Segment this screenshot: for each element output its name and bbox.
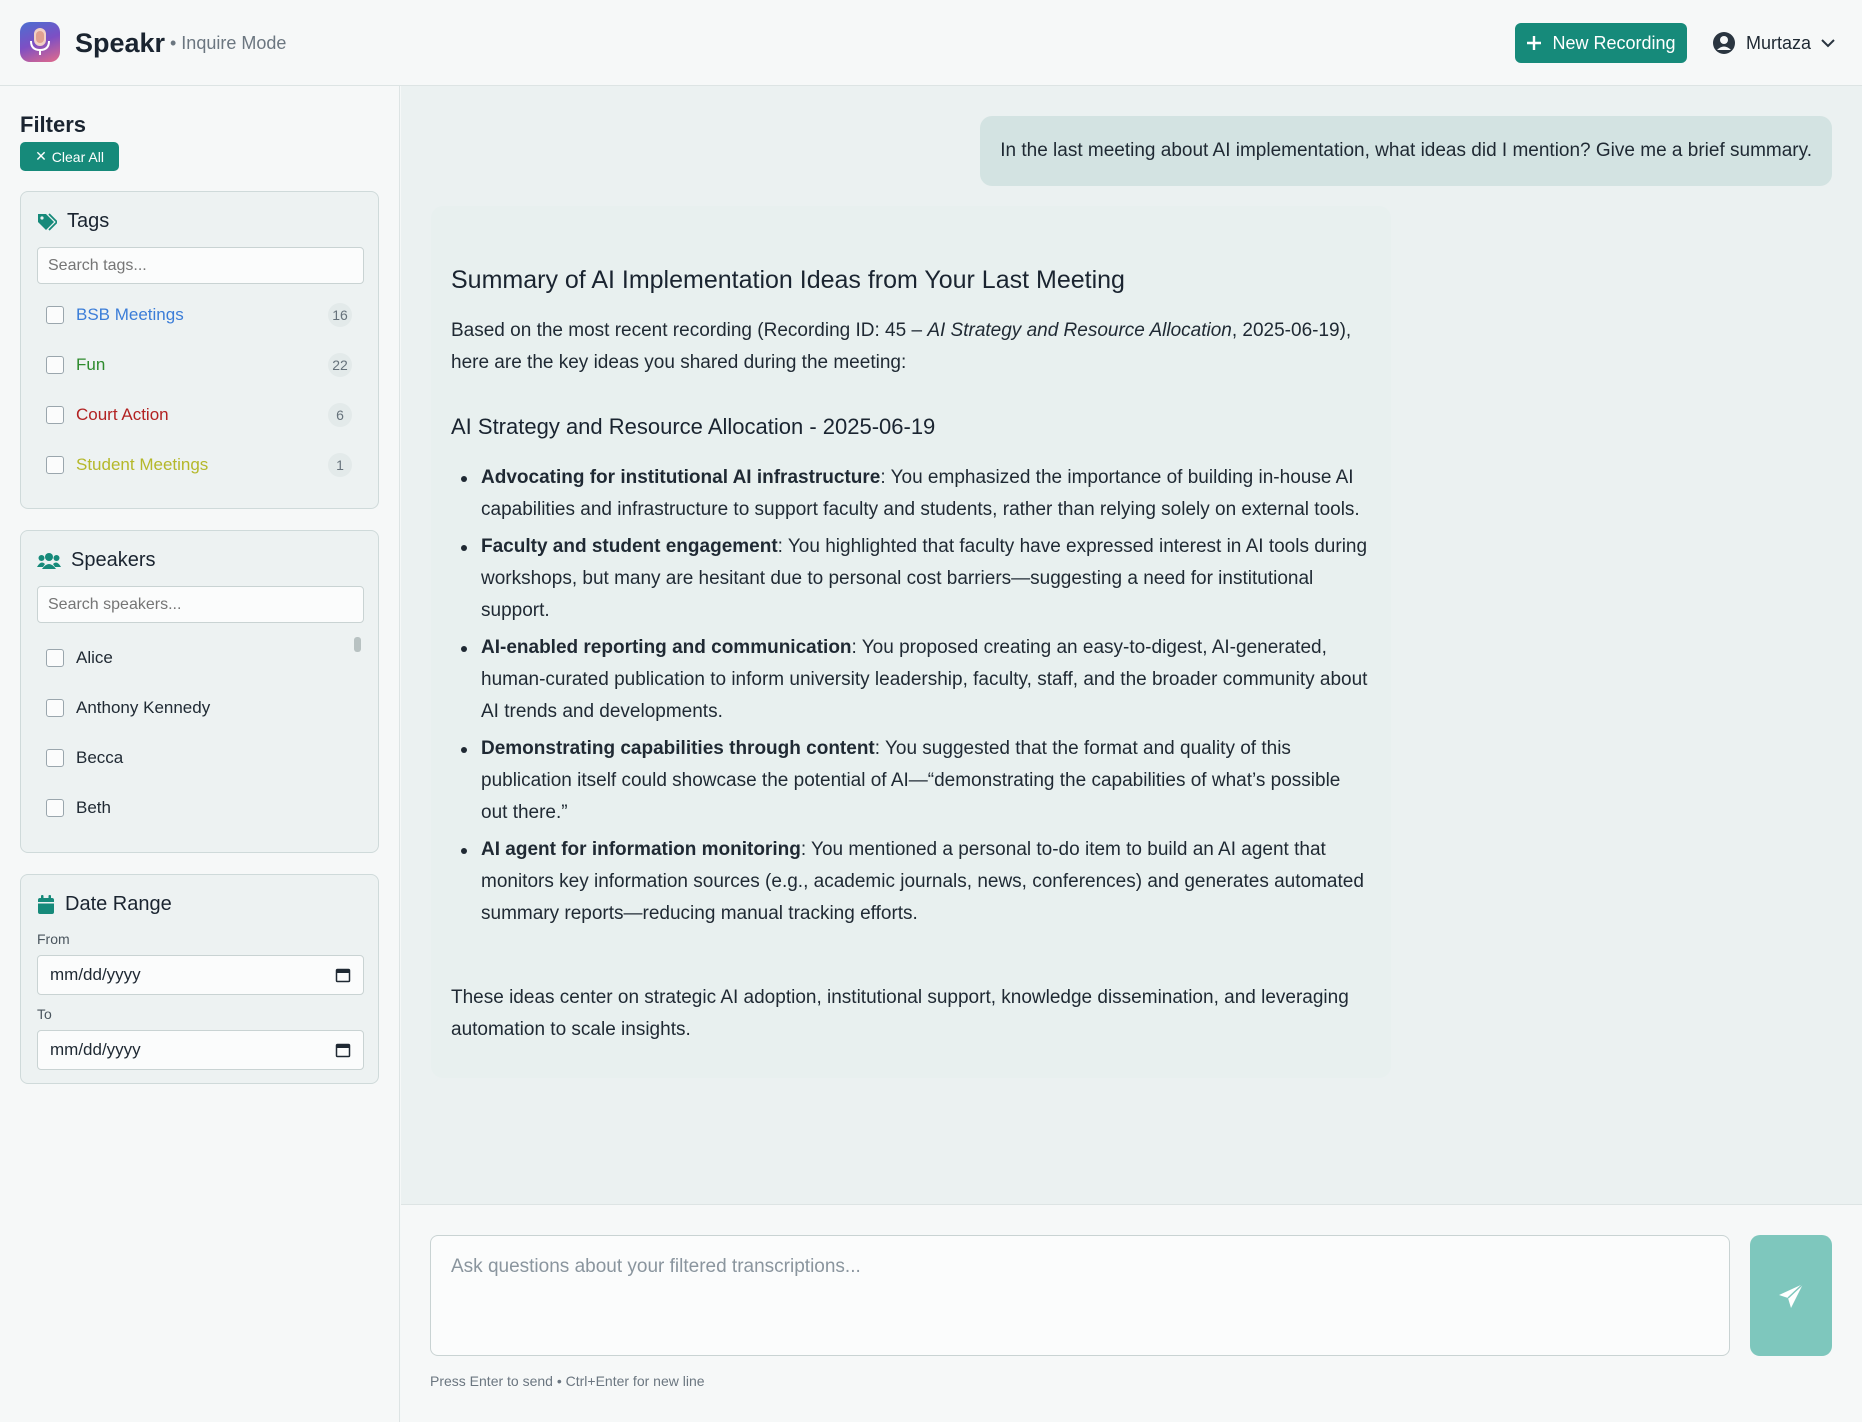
calendar-icon: [38, 894, 54, 914]
chat-input-area: Ask questions about your filtered transc…: [401, 1204, 1862, 1422]
bullet-title: Faculty and student engagement: [481, 536, 778, 557]
speaker-label: Becca: [76, 748, 124, 767]
search-speakers-input[interactable]: [37, 586, 364, 623]
chevron-down-icon: [1821, 39, 1835, 48]
bullet-title: Advocating for institutional AI infrastr…: [481, 467, 881, 488]
microphone-icon: [30, 28, 50, 55]
calendar-picker-icon[interactable]: [335, 967, 351, 983]
intro-recording-title: AI Strategy and Resource Allocation: [927, 320, 1232, 341]
date-range-title: Date Range: [65, 893, 172, 915]
question-placeholder: Ask questions about your filtered transc…: [451, 1256, 861, 1277]
user-menu[interactable]: Murtaza: [1712, 28, 1835, 58]
tags-header: Tags: [37, 210, 109, 233]
list-item: Faculty and student engagement: You high…: [451, 531, 1371, 627]
bullet-title: AI agent for information monitoring: [481, 839, 801, 860]
checkbox[interactable]: [46, 749, 64, 767]
to-date-input[interactable]: mm/dd/yyyy: [37, 1030, 364, 1070]
date-range-header: Date Range: [37, 893, 172, 916]
close-icon: ✕: [35, 148, 47, 164]
input-hint: Press Enter to send • Ctrl+Enter for new…: [430, 1373, 705, 1389]
tags-title: Tags: [67, 210, 110, 232]
scrollbar[interactable]: [354, 637, 361, 652]
speaker-item-alice[interactable]: Alice: [46, 648, 113, 668]
clear-all-label: Clear All: [51, 148, 104, 165]
tag-item-student-meetings[interactable]: Student Meetings: [46, 455, 208, 475]
bullet-title: AI-enabled reporting and communication: [481, 637, 852, 658]
list-item: Demonstrating capabilities through conte…: [451, 733, 1371, 829]
new-recording-button[interactable]: New Recording: [1515, 23, 1687, 63]
checkbox[interactable]: [46, 699, 64, 717]
checkbox[interactable]: [46, 406, 64, 424]
user-message: In the last meeting about AI implementat…: [980, 116, 1832, 186]
app-logo: [20, 22, 60, 62]
search-tags-input[interactable]: [37, 247, 364, 284]
mode-label: • Inquire Mode: [170, 33, 287, 53]
plus-icon: [1527, 36, 1542, 50]
response-intro: Based on the most recent recording (Reco…: [451, 315, 1371, 379]
send-button[interactable]: [1750, 1235, 1832, 1356]
to-date-value: mm/dd/yyyy: [50, 1040, 141, 1059]
speakers-header: Speakers: [37, 549, 156, 572]
tag-label: Court Action: [76, 405, 169, 424]
new-recording-label: New Recording: [1552, 32, 1676, 53]
speaker-label: Alice: [76, 648, 113, 667]
user-name: Murtaza: [1746, 32, 1812, 53]
speaker-item-anthony-kennedy[interactable]: Anthony Kennedy: [46, 698, 210, 718]
from-date-input[interactable]: mm/dd/yyyy: [37, 955, 364, 995]
speakers-title: Speakers: [71, 549, 156, 571]
paper-plane-icon: [1779, 1282, 1804, 1308]
tag-label: Student Meetings: [76, 455, 209, 474]
tag-item-bsb-meetings[interactable]: BSB Meetings: [46, 305, 184, 325]
date-range-panel: Date Range From mm/dd/yyyy To mm/dd/yyyy: [20, 874, 379, 1084]
user-circle-icon: [1713, 32, 1735, 54]
speaker-label: Anthony Kennedy: [76, 698, 211, 717]
checkbox[interactable]: [46, 456, 64, 474]
list-item: Advocating for institutional AI infrastr…: [451, 462, 1371, 526]
clear-all-button[interactable]: ✕ Clear All: [20, 142, 119, 171]
calendar-picker-icon[interactable]: [335, 1042, 351, 1058]
app-header: Speakr • Inquire Mode New Recording Murt…: [0, 0, 1862, 86]
checkbox[interactable]: [46, 799, 64, 817]
bullet-title: Demonstrating capabilities through conte…: [481, 738, 875, 759]
checkbox[interactable]: [46, 306, 64, 324]
ideas-list: Advocating for institutional AI infrastr…: [451, 462, 1371, 935]
question-input[interactable]: Ask questions about your filtered transc…: [430, 1235, 1730, 1356]
filters-title: Filters: [20, 112, 87, 137]
tag-count: 6: [328, 403, 352, 427]
tag-label: BSB Meetings: [76, 305, 184, 324]
response-conclusion: These ideas center on strategic AI adopt…: [451, 987, 1349, 1040]
tags-icon: [38, 212, 57, 231]
checkbox[interactable]: [46, 356, 64, 374]
intro-text: Based on the most recent recording (Reco…: [451, 320, 928, 341]
tag-count: 16: [328, 303, 352, 327]
speaker-item-becca[interactable]: Becca: [46, 748, 123, 768]
speakers-panel: Speakers Alice Anthony Kennedy Becca Bet…: [20, 530, 379, 853]
tags-panel: Tags BSB Meetings 16 Fun 22 Court Action…: [20, 191, 379, 509]
tag-item-court-action[interactable]: Court Action: [46, 405, 169, 425]
filters-sidebar: Filters ✕ Clear All Tags BSB Meetings 16…: [0, 86, 400, 1422]
response-subheading: AI Strategy and Resource Allocation - 20…: [451, 414, 936, 439]
from-date-value: mm/dd/yyyy: [50, 965, 141, 984]
to-label: To: [37, 1006, 52, 1022]
speaker-label: Beth: [76, 798, 111, 817]
speaker-item-beth[interactable]: Beth: [46, 798, 111, 818]
users-icon: [37, 552, 61, 569]
tag-count: 1: [328, 453, 352, 477]
app-name: Speakr: [75, 28, 166, 58]
tag-count: 22: [328, 353, 352, 377]
from-label: From: [37, 931, 70, 947]
list-item: AI agent for information monitoring: You…: [451, 834, 1371, 930]
checkbox[interactable]: [46, 649, 64, 667]
tag-label: Fun: [76, 355, 106, 374]
tag-item-fun[interactable]: Fun: [46, 355, 105, 375]
response-heading: Summary of AI Implementation Ideas from …: [451, 266, 1125, 294]
assistant-response: Summary of AI Implementation Ideas from …: [431, 206, 1391, 1078]
list-item: AI-enabled reporting and communication: …: [451, 632, 1371, 728]
